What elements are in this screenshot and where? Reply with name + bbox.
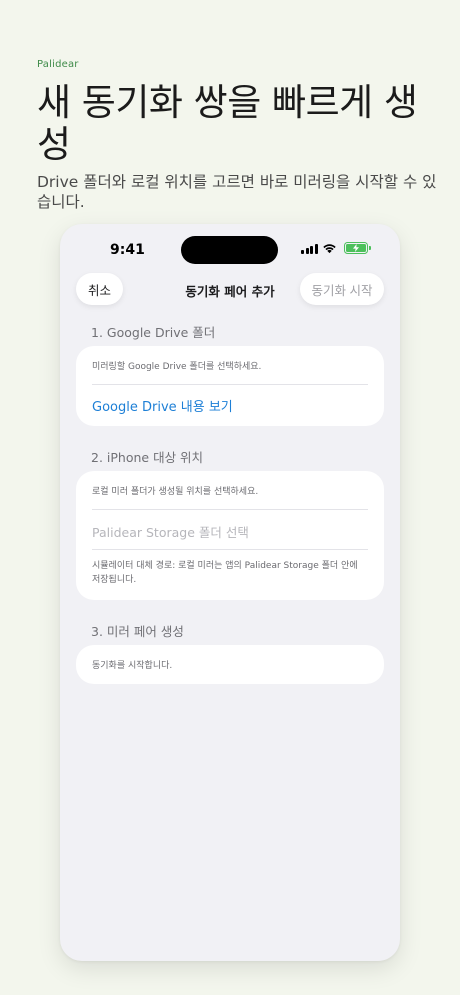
create-hint: 동기화를 시작합니다. xyxy=(92,661,173,671)
headline: 새 동기화 쌍을 빠르게 생성 xyxy=(37,81,418,166)
iphone-hint: 로컬 미러 폴더가 생성될 위치를 선택하세요. xyxy=(92,487,259,497)
browse-drive-link[interactable]: Google Drive 내용 보기 xyxy=(92,385,368,415)
drive-hint: 미러링할 Google Drive 폴더를 선택하세요. xyxy=(92,362,262,372)
status-time: 9:41 xyxy=(110,242,145,258)
brand-label: Palidear xyxy=(37,59,79,70)
simulator-note: 시뮬레이터 대체 경로: 로컬 미러는 앱의 Palidear Storage … xyxy=(92,561,358,585)
drive-card: 미러링할 Google Drive 폴더를 선택하세요. Google Driv… xyxy=(76,346,384,426)
wifi-icon xyxy=(323,244,336,254)
section-header-drive: 1. Google Drive 폴더 xyxy=(91,325,216,340)
battery-charging-icon xyxy=(344,242,371,254)
storage-folder-select[interactable]: Palidear Storage 폴더 선택 xyxy=(92,510,368,549)
start-sync-button[interactable]: 동기화 시작 xyxy=(300,273,384,305)
subline: Drive 폴더와 로컬 위치를 고르면 바로 미러링을 시작할 수 있습니다. xyxy=(37,173,437,211)
create-card: 동기화를 시작합니다. xyxy=(76,645,384,684)
section-header-create: 3. 미러 페어 생성 xyxy=(91,624,184,639)
dynamic-island xyxy=(181,236,278,264)
phone-mockup: 9:41 취소 동기화 페어 추가 동기화 시작 1. Google Drive… xyxy=(60,224,400,961)
cellular-signal-icon xyxy=(301,244,318,254)
iphone-card: 로컬 미러 폴더가 생성될 위치를 선택하세요. Palidear Storag… xyxy=(76,471,384,600)
section-header-iphone: 2. iPhone 대상 위치 xyxy=(91,450,204,465)
